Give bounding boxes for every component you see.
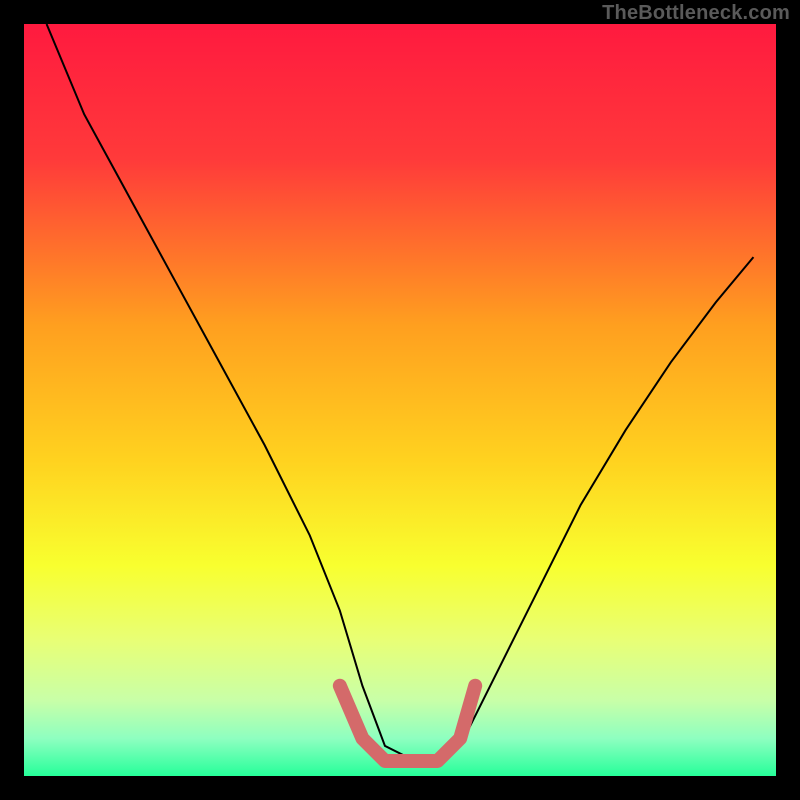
plot-area: [24, 24, 776, 776]
watermark-text: TheBottleneck.com: [602, 2, 790, 25]
chart-frame: TheBottleneck.com: [0, 0, 800, 800]
bottleneck-chart: [24, 24, 776, 776]
gradient-background: [24, 24, 776, 776]
